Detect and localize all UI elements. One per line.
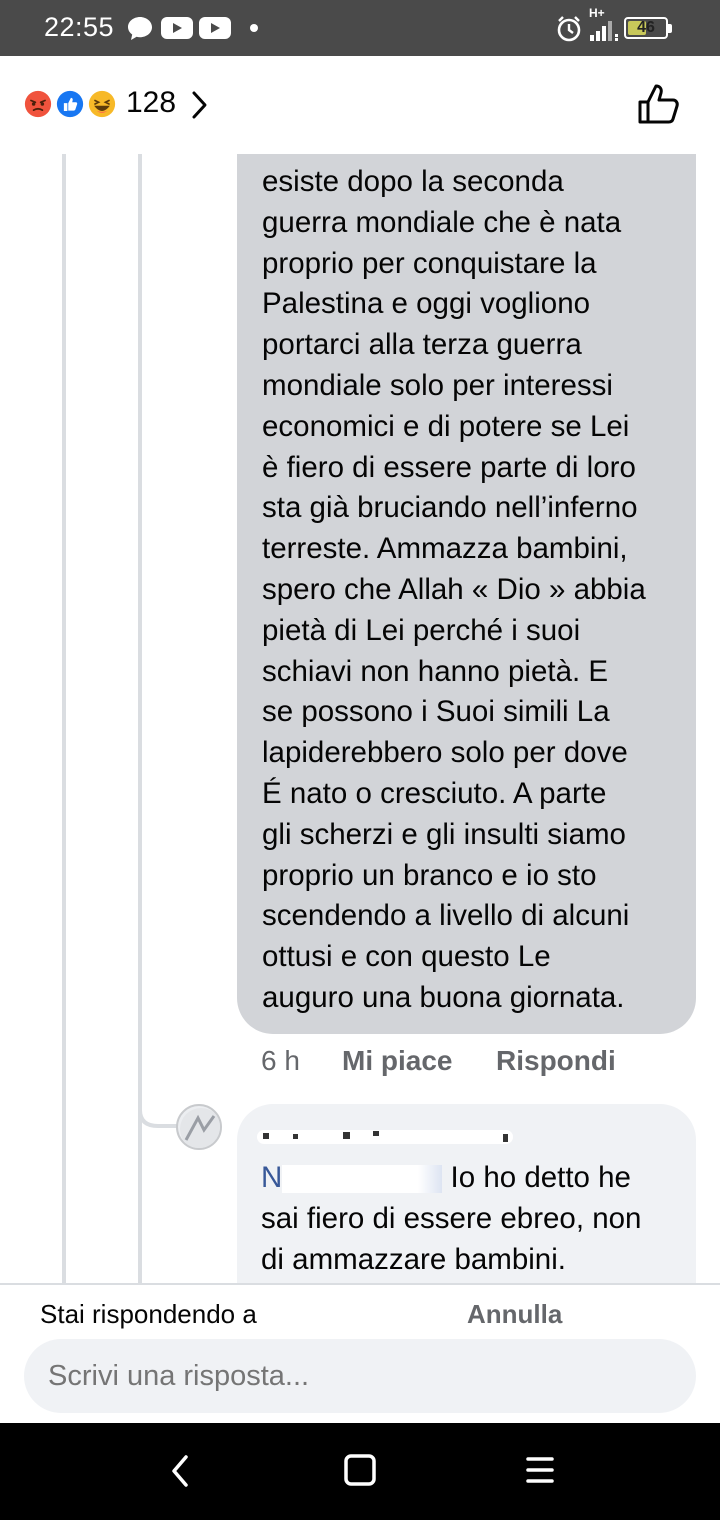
reactions-summary[interactable]: 128 [0,56,220,154]
comment-line: sta già bruciando nell’inferno [262,491,638,525]
status-time: 22:55 [44,12,115,42]
comment-line: ottusi e con questo Le [262,940,551,974]
battery-tip [668,24,672,33]
replying-to-label: Stai rispondendo a [40,1299,257,1329]
redacted-reply-target [282,1307,462,1317]
comment-like-button[interactable]: Mi piace [342,1045,452,1077]
reaction-count: 128 [126,86,177,119]
mention-link[interactable]: N [261,1161,282,1194]
comment-line: mondiale solo per interessi [262,368,613,402]
comment-line: schiavi non hanno pietà. E [262,654,609,688]
status-bar: 22:55 H+ 46 [0,0,720,56]
reply-line: sai fiero di essere ebreo, non [261,1201,642,1235]
comment-line: se possono i Suoi simili La [262,695,610,729]
redacted-mention [282,1165,443,1194]
menu-icon[interactable] [524,1453,556,1487]
reply-composer: Stai rispondendo a Annulla [0,1283,720,1423]
redacted-author-name [257,1130,513,1144]
comment-text: esiste dopo la seconda guerra mondiale c… [262,162,682,1019]
alarm-icon [557,16,581,42]
comment-reply-button[interactable]: Rispondi [496,1045,616,1077]
avatar-image [180,1108,220,1148]
comment-line: lapiderebbero solo per dove [262,736,628,770]
comment-line: scendendo a livello di alcuni [262,899,630,933]
chevron-right-icon [192,91,207,119]
comment-line: portarci alla terza guerra [262,328,582,362]
youtube-icon [199,17,231,39]
system-nav-bar [0,1423,720,1520]
comment-line: pietà di Lei perché i suoi [262,613,581,647]
comment-bubble[interactable]: esiste dopo la seconda guerra mondiale c… [237,154,696,1034]
like-button-icon[interactable] [636,82,684,126]
network-type-label: H+ [589,6,605,20]
haha-reaction-icon [86,88,118,120]
reply-input[interactable] [24,1339,696,1413]
reactions-header: 128 [0,56,720,154]
angry-reaction-icon [22,88,54,120]
comment-timestamp: 6 h [261,1045,300,1076]
notification-dot-icon [250,24,258,32]
reply-connector [138,1090,178,1128]
home-icon[interactable] [343,1453,377,1487]
comment-line: guerra mondiale che è nata [262,205,622,239]
comment-line: proprio per conquistare la [262,246,597,280]
back-icon[interactable] [168,1453,192,1489]
reply-line: di ammazzare bambini. [261,1242,566,1276]
comment-line: É nato o cresciuto. A parte [262,776,607,810]
comment-line: proprio un branco e io sto [262,858,597,892]
comment-line: economici e di potere se Lei [262,409,630,443]
battery-level: 46 [637,19,655,36]
comment-line: auguro una buona giornata. [262,980,625,1014]
reply-line-first: N Io ho detto he [261,1158,681,1199]
signal-icon [590,21,618,41]
cancel-reply-button[interactable]: Annulla [467,1299,562,1330]
comment-line: terreste. Ammazza bambini, [262,532,628,566]
reply-bubble[interactable]: N Io ho detto he sai fiero di essere ebr… [237,1104,696,1294]
thread-line-outer [62,154,66,1284]
battery-icon: 46 [624,17,668,39]
comment-line: esiste dopo la seconda [262,165,564,198]
comment-line: Palestina e oggi vogliono [262,287,591,321]
avatar[interactable] [176,1104,222,1150]
message-bubble-icon [128,17,152,40]
reply-line: Io ho detto he [450,1161,631,1194]
like-reaction-icon [54,88,86,120]
youtube-icon [161,17,193,39]
comment-line: è fiero di essere parte di loro [262,450,636,484]
comment-line: gli scherzi e gli insulti siamo [262,817,626,851]
comment-line: spero che Allah « Dio » abbia [262,572,646,606]
reply-text: N Io ho detto he sai fiero di essere ebr… [261,1158,681,1280]
